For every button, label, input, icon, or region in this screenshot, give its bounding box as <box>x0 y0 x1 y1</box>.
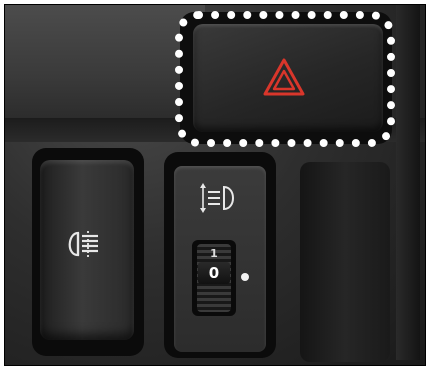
right-recess <box>300 162 390 362</box>
dashboard-photo: 1 0 <box>5 5 425 365</box>
highlight-dotted-outline <box>175 11 395 147</box>
dial-indicator-dot <box>241 273 249 281</box>
dial-value-label: 0 <box>198 262 230 284</box>
dial-tick-label: 1 <box>210 247 218 260</box>
rear-fog-lamp-icon <box>68 231 98 257</box>
right-trim-edge <box>396 5 420 360</box>
headlamp-leveling-icon <box>200 183 234 213</box>
